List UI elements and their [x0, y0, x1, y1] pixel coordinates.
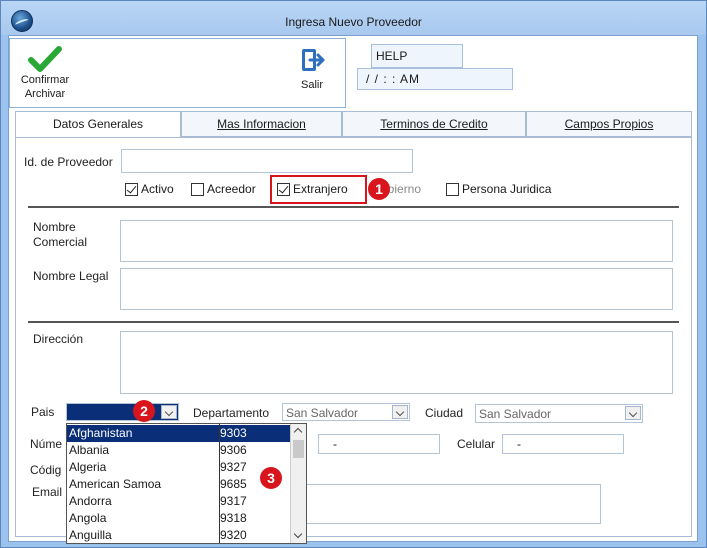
nombre-legal-label: Nombre Legal: [33, 269, 109, 283]
tab-mas-informacion[interactable]: Mas Informacion: [181, 111, 342, 137]
checkbox-label: Activo: [141, 182, 174, 196]
email-label: Email: [32, 485, 63, 499]
toolbar: Confirmar Archivar Salir: [9, 38, 346, 108]
telefono-input[interactable]: -: [318, 434, 440, 454]
exit-label: Salir: [300, 79, 323, 91]
exit-button[interactable]: Salir: [292, 47, 332, 92]
chevron-down-icon[interactable]: [625, 406, 641, 420]
list-item[interactable]: Andorra 9317: [67, 493, 290, 510]
list-item[interactable]: Angola 9318: [67, 510, 290, 527]
acreedor-checkbox[interactable]: Acreedor: [191, 182, 256, 196]
date-time-field: / / : : AM: [357, 68, 513, 90]
direccion-label: Dirección: [33, 332, 84, 346]
checkbox-label: Persona Juridica: [462, 182, 552, 196]
client-area: Confirmar Archivar Salir HELP / / : : AM…: [8, 35, 698, 544]
id-proveedor-input[interactable]: [121, 149, 413, 173]
celular-input[interactable]: -: [502, 434, 624, 454]
codigo-label: Códig: [30, 463, 62, 477]
highlight-box-1: [270, 175, 367, 204]
confirm-label-line1: Confirmar: [20, 74, 70, 86]
list-item[interactable]: American Samoa 9685: [67, 476, 290, 493]
main-window: Ingresa Nuevo Proveedor Confirmar Archiv…: [0, 0, 707, 548]
pais-label: Pais: [31, 405, 55, 419]
list-item[interactable]: Algeria 9327: [67, 459, 290, 476]
tab-campos-propios[interactable]: Campos Propios: [526, 111, 692, 137]
country-code: 9320: [220, 528, 247, 542]
id-proveedor-label: Id. de Proveedor: [24, 155, 113, 169]
country-code: 9685: [220, 477, 247, 491]
country-code: 9317: [220, 494, 247, 508]
checkbox-box: [191, 182, 204, 196]
ciudad-combo[interactable]: San Salvador: [475, 404, 643, 423]
list-item[interactable]: Albania 9306: [67, 442, 290, 459]
label-line: Nombre: [33, 220, 76, 234]
annotation-badge-2: 2: [133, 400, 155, 422]
chevron-down-icon[interactable]: [392, 405, 408, 419]
checkmark-icon: [28, 46, 62, 72]
country-name: Anguilla: [69, 528, 112, 542]
label-line: Comercial: [33, 235, 88, 249]
tab-label: Campos Propios: [564, 117, 654, 131]
tab-label: Datos Generales: [52, 117, 144, 131]
country-code: 9306: [220, 443, 247, 457]
tab-datos-generales[interactable]: Datos Generales: [15, 111, 181, 138]
confirm-archive-button[interactable]: Confirmar Archivar: [16, 45, 74, 101]
annotation-badge-1: 1: [368, 178, 390, 200]
tab-terminos-credito[interactable]: Terminos de Credito: [342, 111, 526, 137]
divider: [28, 206, 679, 208]
tab-label: Mas Informacion: [217, 117, 306, 131]
country-name: Algeria: [69, 460, 107, 474]
country-name: Angola: [69, 511, 107, 525]
confirm-label-line2: Archivar: [24, 88, 66, 100]
window-title: Ingresa Nuevo Proveedor: [285, 15, 422, 29]
combo-value: San Salvador: [479, 407, 552, 421]
celular-label: Celular: [457, 437, 496, 451]
scroll-up-arrow-icon[interactable]: [293, 427, 303, 437]
scroll-down-arrow-icon[interactable]: [293, 529, 303, 539]
activo-checkbox[interactable]: Activo: [125, 182, 174, 196]
departamento-label: Departamento: [193, 406, 270, 420]
exit-door-icon: [302, 49, 325, 71]
divider: [28, 321, 679, 323]
list-item[interactable]: Anguilla 9320: [67, 527, 290, 543]
dropdown-scrollbar[interactable]: [290, 424, 306, 543]
scroll-thumb[interactable]: [293, 440, 304, 458]
help-field[interactable]: HELP: [371, 44, 463, 68]
checkbox-box: [446, 182, 459, 196]
tab-label: Terminos de Credito: [380, 117, 488, 131]
checkbox-box: [125, 182, 138, 196]
annotation-badge-3: 3: [260, 467, 282, 489]
departamento-combo[interactable]: San Salvador: [282, 403, 410, 421]
country-name: American Samoa: [69, 477, 162, 491]
country-name: Albania: [69, 443, 110, 457]
chevron-down-icon[interactable]: [161, 405, 177, 419]
country-name: Afghanistan: [69, 426, 133, 440]
nombre-comercial-label: Nombre Comercial: [33, 220, 87, 250]
country-code: 9318: [220, 511, 247, 525]
direccion-input[interactable]: [120, 331, 673, 394]
checkbox-label: Acreedor: [207, 182, 256, 196]
persona-juridica-checkbox[interactable]: Persona Juridica: [446, 182, 551, 196]
list-item[interactable]: Afghanistan 9303: [67, 425, 290, 442]
title-bar: Ingresa Nuevo Proveedor: [1, 1, 706, 35]
country-name: Andorra: [69, 494, 112, 508]
country-code: 9303: [220, 426, 247, 440]
nombre-comercial-input[interactable]: [120, 220, 673, 262]
ciudad-label: Ciudad: [425, 406, 464, 420]
column-divider: [219, 424, 220, 543]
email-input[interactable]: [306, 484, 601, 524]
pais-combo[interactable]: [66, 403, 179, 421]
numero-label: Núme: [30, 437, 63, 451]
combo-value: San Salvador: [286, 406, 359, 420]
nombre-legal-input[interactable]: [120, 268, 673, 310]
country-code: 9327: [220, 460, 247, 474]
